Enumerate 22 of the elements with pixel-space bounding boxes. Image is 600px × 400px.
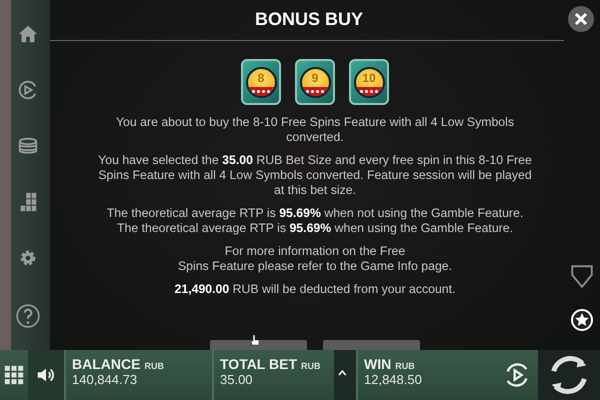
field-value: 35.00 — [220, 372, 254, 387]
symbol-badge: 9 — [295, 59, 335, 105]
close-button[interactable] — [568, 6, 594, 32]
info-text: The theoretical average RTP is 95.69% when not using the Gamble Feature. The theoretical average RTP is 95.69% when using the Gamble Feature. — [106, 206, 524, 236]
help-icon[interactable] — [15, 303, 41, 329]
info-text: For more information on the Free Spins Feature please refer to the Game Info page. — [176, 244, 454, 274]
field-value: 140,844.73 — [72, 372, 138, 387]
symbol-badge: 8 — [241, 59, 281, 105]
field-value: 12,848.50 — [364, 372, 423, 387]
info-text: You have selected the 35.00 RUB Bet Size and every free spin in this 8-10 Free Spins Feature with all 4 Low Symbols converted. Feature session will be played at this bet size. — [97, 153, 533, 198]
field-label: BALANCE RUB — [72, 356, 165, 372]
dialog-title: BONUS BUY — [254, 8, 363, 30]
home-icon[interactable] — [17, 23, 39, 45]
menu-icon[interactable] — [4, 365, 24, 385]
hand-cursor-icon — [250, 334, 260, 346]
info-text: 21,490.00 RUB will be deducted from your account. — [174, 282, 456, 297]
field-label: WIN RUB — [364, 356, 416, 372]
close-icon[interactable] — [574, 12, 588, 26]
play-circle-icon[interactable] — [17, 79, 39, 101]
info-text: You are about to buy the 8-10 Free Spins Feature with all 4 Low Symbols converted. — [114, 115, 516, 145]
symbol-badge: 10 — [349, 59, 389, 105]
field-label: TOTAL BET RUB — [220, 356, 322, 372]
